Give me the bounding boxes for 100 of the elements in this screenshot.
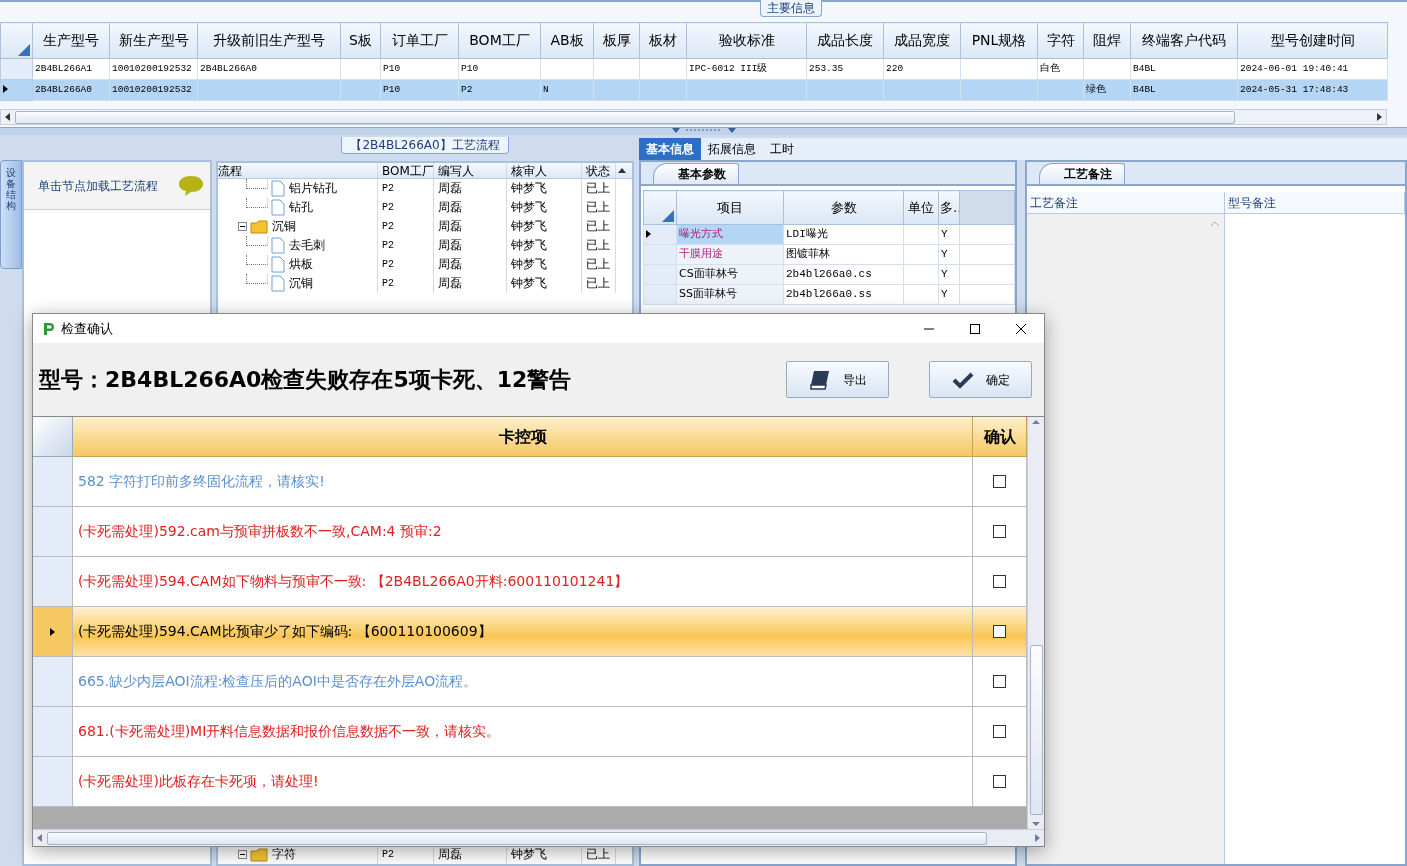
column-header: 状态 <box>582 163 617 178</box>
column-header: 生产型号 <box>32 22 110 59</box>
section-title: 主要信息 <box>760 0 822 17</box>
table-cell: 钟梦飞 <box>507 236 583 255</box>
checkbox[interactable] <box>993 575 1006 588</box>
book-icon <box>808 369 831 390</box>
table-cell: 已上 <box>582 198 617 217</box>
collapse-icon[interactable] <box>238 850 248 859</box>
tab[interactable]: 拓展信息 <box>701 138 763 160</box>
row-pointer-icon <box>646 230 651 239</box>
tab[interactable]: 工时 <box>763 138 801 160</box>
table-cell: 已上 <box>582 255 617 274</box>
checkbox[interactable] <box>993 725 1006 738</box>
side-tab[interactable]: 设备结构 <box>0 160 22 269</box>
document-icon <box>271 256 286 273</box>
column-header: 单位 <box>903 190 939 225</box>
column-header: 升级前旧生产型号 <box>197 22 341 59</box>
confirm-button[interactable]: 确定 <box>929 361 1032 398</box>
table-cell: Y <box>938 284 960 305</box>
tree-node-label[interactable]: 去毛刺 <box>289 236 326 255</box>
splitter-grip-icon[interactable] <box>671 128 736 135</box>
document-icon <box>271 199 286 216</box>
panel-title: 【2B4BL266A0】工艺流程 <box>341 137 509 154</box>
column-header: 终端客户代码 <box>1130 22 1238 59</box>
check-item-text: (卡死需处理)594.CAM比预审少了如下编码: 【600110100609】 <box>73 607 973 657</box>
column-header: 编写人 <box>434 163 508 178</box>
check-item-text: (卡死需处理)594.CAM如下物料与预审不一致: 【2B4BL266A0开料:600110101241】 <box>73 557 973 607</box>
table-cell: 已上 <box>582 274 617 293</box>
table-cell: 已上 <box>582 179 617 198</box>
checkbox[interactable] <box>993 675 1006 688</box>
document-icon <box>271 237 286 254</box>
select-all-corner[interactable] <box>0 22 33 59</box>
horizontal-scrollbar[interactable] <box>33 829 1044 846</box>
table-cell: P2 <box>378 217 435 236</box>
row-pointer-icon <box>50 627 55 636</box>
table-cell: 已上 <box>582 236 617 255</box>
speech-bubble-icon <box>178 174 205 197</box>
table-cell: 周磊 <box>434 179 508 198</box>
table-cell: 周磊 <box>434 274 508 293</box>
tab[interactable]: 基本信息 <box>639 138 701 160</box>
table-cell: 图镀菲林 <box>783 244 904 265</box>
vertical-scrollbar[interactable] <box>1027 417 1044 829</box>
column-header: 订单工厂 <box>380 22 459 59</box>
checkmark-icon <box>951 370 974 389</box>
corner-triangle-icon <box>18 44 30 56</box>
check-item-text: 665.缺少内层AOI流程:检查压后的AOI中是否存在外层AO流程。 <box>73 657 973 707</box>
close-icon <box>1016 323 1026 334</box>
select-all-corner[interactable] <box>643 190 677 225</box>
column-header: 型号创建时间 <box>1237 22 1388 59</box>
check-item-text: 681.(卡死需处理)MI开料信息数据和报价信息数据不一致，请核实。 <box>73 707 973 757</box>
checkbox[interactable] <box>993 625 1006 638</box>
tree-node-label[interactable]: 钻孔 <box>289 198 314 217</box>
column-header: 板材 <box>639 22 687 59</box>
row-selector[interactable] <box>0 79 33 101</box>
check-item-text: (卡死需处理)此板存在卡死项，请处理! <box>73 757 973 807</box>
select-all-corner[interactable] <box>33 417 73 457</box>
column-header: 阻焊 <box>1083 22 1131 59</box>
window-title: 检查确认 <box>61 319 114 338</box>
column-header: 参数 <box>783 190 904 225</box>
table-cell: 钟梦飞 <box>507 179 583 198</box>
dialog-heading: 型号：2B4BL266A0检查失败存在5项卡死、12警告 <box>39 366 573 394</box>
tree-node-label[interactable]: 铝片钻孔 <box>289 179 338 198</box>
table-cell: 钟梦飞 <box>507 217 583 236</box>
checkbox[interactable] <box>993 525 1006 538</box>
row-pointer-icon <box>3 85 8 94</box>
table-cell: P2 <box>378 274 435 293</box>
column-header: 板厚 <box>593 22 640 59</box>
table-cell: P2 <box>378 236 435 255</box>
tree-node-label[interactable]: 烘板 <box>289 255 314 274</box>
corner-triangle-icon <box>662 210 674 222</box>
horizontal-scrollbar[interactable] <box>0 109 1387 125</box>
export-button[interactable]: 导出 <box>786 361 889 398</box>
panel-tab[interactable]: 基本参数 <box>653 163 739 184</box>
tree-node-label[interactable]: 字符 <box>272 845 297 864</box>
column-header: 项目 <box>676 190 784 225</box>
table-cell: Y <box>938 224 960 245</box>
scrollbar-thumb[interactable] <box>47 831 987 845</box>
checkbox[interactable] <box>993 775 1006 788</box>
column-header: 核审人 <box>507 163 583 178</box>
maximize-icon <box>970 323 980 334</box>
folder-icon <box>250 219 269 234</box>
collapse-icon[interactable] <box>238 222 248 231</box>
table-cell: 2b4bl266a0.ss <box>783 284 904 305</box>
tree-node-label[interactable]: 沉铜 <box>272 217 297 236</box>
check-item-text: 582 字符打印前多终固化流程，请核实! <box>73 457 973 507</box>
table-cell: 钟梦飞 <box>507 255 583 274</box>
row-selector[interactable] <box>643 224 677 245</box>
checkbox[interactable] <box>993 475 1006 488</box>
column-header: 成品宽度 <box>883 22 961 59</box>
table-cell: 周磊 <box>434 236 508 255</box>
scrollbar-thumb[interactable] <box>1029 645 1043 815</box>
column-header: BOM工厂 <box>378 163 435 178</box>
scrollbar-thumb[interactable] <box>15 110 1235 124</box>
table-cell: 2b4bl266a0.cs <box>783 264 904 285</box>
table-cell: 钟梦飞 <box>507 198 583 217</box>
tree-node-label[interactable]: 沉铜 <box>289 274 314 293</box>
column-header: 卡控项 <box>73 417 973 457</box>
table-cell: Y <box>938 244 960 265</box>
panel-tab[interactable]: 工艺备注 <box>1039 163 1125 184</box>
check-item-text: (卡死需处理)592.cam与预审拼板数不一致,CAM:4 预审:2 <box>73 507 973 557</box>
